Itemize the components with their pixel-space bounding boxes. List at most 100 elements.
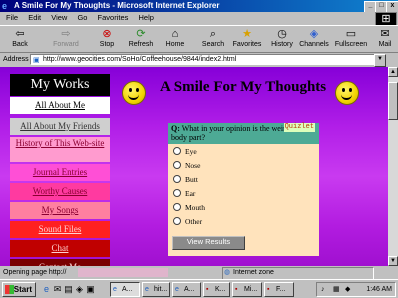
radio-button[interactable] — [173, 175, 181, 183]
quicklaunch-outlook-icon[interactable]: ✉ — [53, 284, 62, 294]
option-label: Ear — [185, 189, 196, 198]
windows-logo-icon: ⊞ — [375, 12, 397, 26]
quicklaunch-desktop-icon[interactable]: ▤ — [64, 284, 73, 294]
taskbar-task[interactable]: ▪ F... — [264, 282, 294, 297]
task-label: F... — [276, 286, 286, 293]
status-progress — [78, 268, 168, 277]
question-text: What in your opinion is the weirdest bod… — [171, 124, 299, 142]
option-label: Eye — [185, 147, 197, 156]
radio-button[interactable] — [173, 161, 181, 169]
nav-item[interactable]: Worthy Causes — [10, 183, 110, 200]
mail-icon: ✉ — [380, 28, 390, 40]
history-button[interactable]: ◷ History — [267, 27, 297, 53]
poll-option[interactable]: Mouth — [173, 203, 205, 213]
mail-button[interactable]: ✉ Mail — [374, 27, 396, 53]
view-results-button[interactable]: View Results — [172, 236, 245, 250]
volume-icon[interactable]: ♪ — [321, 283, 325, 296]
home-icon: ⌂ — [171, 28, 179, 40]
stop-button[interactable]: ⊗ Stop — [94, 27, 120, 53]
fullscreen-icon: ▭ — [345, 28, 357, 40]
ie-icon: e — [113, 286, 117, 293]
address-dropdown-button[interactable]: ▼ — [374, 54, 386, 67]
app-icon: ▪ — [206, 286, 209, 293]
taskbar: Start e ✉ ▤ ◈ ▣ e A... e hit... e A... ▪ K... ▪ M… — [0, 279, 398, 298]
taskbar-task[interactable]: e A... — [172, 282, 201, 297]
back-arrow-icon: ⇦ — [15, 28, 25, 40]
nav-item[interactable]: All About My Friends — [10, 118, 110, 135]
menu-file[interactable]: File — [6, 13, 18, 22]
system-tray: ♪ ▦ ◆ 1:46 AM — [316, 282, 396, 297]
taskbar-task[interactable]: e hit... — [142, 282, 170, 297]
network-icon[interactable]: ▦ — [333, 283, 340, 296]
search-button[interactable]: ⌕ Search — [199, 27, 227, 53]
poll-option[interactable]: Eye — [173, 147, 197, 157]
scroll-up-button[interactable]: ▲ — [388, 67, 398, 77]
task-label: A... — [184, 286, 195, 293]
nav-title: My Works — [10, 74, 110, 96]
radio-button[interactable] — [173, 203, 181, 211]
window-title-bar[interactable]: e A Smile For My Thoughts - Microsoft In… — [0, 0, 398, 13]
nav-item[interactable]: Journal Entries — [10, 164, 110, 181]
start-button[interactable]: Start — [2, 282, 36, 297]
ie-logo-icon: e — [2, 1, 8, 11]
option-label: Other — [185, 217, 203, 226]
nav-item[interactable]: Sound Files — [10, 221, 110, 238]
page-icon: ▣ — [33, 57, 40, 64]
home-button[interactable]: ⌂ Home — [161, 27, 189, 53]
history-icon: ◷ — [277, 28, 287, 40]
poll-option[interactable]: Ear — [173, 189, 195, 199]
address-bar: Address ▣ http://www.geocities.com/SoHo/… — [0, 53, 398, 67]
nav-item[interactable]: History of This Web-site — [10, 137, 110, 162]
poll-option[interactable]: Other — [173, 217, 202, 227]
option-label: Nose — [185, 161, 201, 170]
app-icon: ▪ — [267, 286, 270, 293]
radio-button[interactable] — [173, 217, 181, 225]
vertical-scrollbar[interactable]: ▲ ▼ — [388, 67, 398, 266]
nav-item[interactable]: All About Me — [10, 97, 110, 114]
taskbar-task[interactable]: e A... — [110, 282, 140, 297]
fullscreen-button[interactable]: ▭ Fullscreen — [333, 27, 369, 53]
task-label: Mi... — [244, 286, 258, 293]
zone-label: Internet zone — [233, 269, 274, 276]
back-button[interactable]: ⇦ Back — [4, 27, 36, 53]
address-label: Address — [3, 56, 29, 63]
refresh-button[interactable]: ⟳ Refresh — [126, 27, 156, 53]
sidebar-nav: My Works All About Me All About My Friend… — [0, 67, 113, 266]
taskbar-task[interactable]: ▪ Mi... — [232, 282, 262, 297]
address-input[interactable]: ▣ http://www.geocities.com/SoHo/Coffeeho… — [30, 54, 384, 65]
quicklaunch-ie-icon[interactable]: e — [42, 284, 51, 294]
favorites-button[interactable]: ★ Favorites — [229, 27, 265, 53]
taskbar-task[interactable]: ▪ K... — [203, 282, 230, 297]
quicklaunch-channels-icon[interactable]: ◈ — [75, 284, 84, 294]
toolbar: ⇦ Back ⇨ Forward ⊗ Stop ⟳ Refresh ⌂ Home… — [0, 25, 398, 53]
scroll-down-button[interactable]: ▼ — [388, 256, 398, 266]
favorites-icon: ★ — [242, 28, 252, 40]
menu-help[interactable]: Help — [138, 13, 153, 22]
menu-edit[interactable]: Edit — [28, 13, 41, 22]
task-label: A... — [122, 286, 133, 293]
tray-app-icon[interactable]: ◆ — [345, 283, 350, 296]
radio-button[interactable] — [173, 189, 181, 197]
option-label: Butt — [185, 175, 198, 184]
nav-item[interactable]: Contact Me — [10, 259, 110, 266]
status-text: Opening page http:// — [3, 269, 67, 276]
status-bar: Opening page http:// ◍ Internet zone — [0, 266, 398, 280]
quicklaunch-app-icon[interactable]: ▣ — [86, 284, 95, 294]
poll-widget: Q: What in your opinion is the weirdest … — [168, 123, 319, 256]
menu-go[interactable]: Go — [77, 13, 87, 22]
nav-item[interactable]: My Songs — [10, 202, 110, 219]
channels-button[interactable]: ◈ Channels — [298, 27, 330, 53]
poll-question: Q: What in your opinion is the weirdest … — [168, 123, 319, 144]
radio-button[interactable] — [173, 147, 181, 155]
scroll-thumb[interactable] — [388, 82, 398, 120]
forward-button[interactable]: ⇨ Forward — [46, 27, 86, 53]
clock: 1:46 AM — [366, 286, 392, 293]
windows-flag-icon — [5, 285, 14, 294]
poll-option[interactable]: Butt — [173, 175, 198, 185]
menu-favorites[interactable]: Favorites — [98, 13, 129, 22]
menu-view[interactable]: View — [51, 13, 67, 22]
poll-option[interactable]: Nose — [173, 161, 200, 171]
nav-item[interactable]: Chat — [10, 240, 110, 257]
search-icon: ⌕ — [209, 28, 217, 40]
smiley-face-icon — [122, 81, 146, 105]
